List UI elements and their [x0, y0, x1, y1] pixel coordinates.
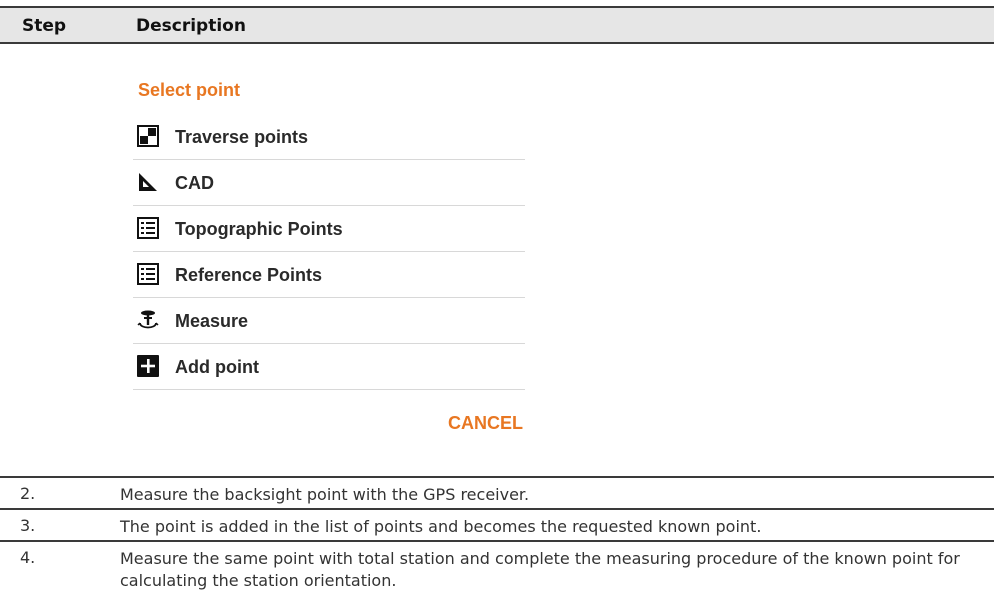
- item-label: Measure: [175, 311, 249, 331]
- item-label: CAD: [175, 173, 214, 193]
- gps-receiver-icon: [137, 310, 159, 329]
- list-item-measure[interactable]: Measure: [133, 298, 525, 344]
- item-label: Topographic Points: [175, 219, 343, 239]
- header-step: Step: [22, 16, 67, 36]
- list-item-reference-points[interactable]: Reference Points: [133, 252, 525, 298]
- traverse-points-icon: [137, 125, 159, 147]
- item-label: Reference Points: [175, 265, 323, 285]
- list-item-add-point[interactable]: Add point: [133, 344, 525, 390]
- table-row: 4. Measure the same point with total sta…: [0, 540, 994, 602]
- step-number: 4.: [20, 548, 36, 567]
- list-item-cad[interactable]: CAD: [133, 160, 525, 206]
- item-label: Traverse points: [175, 127, 309, 147]
- step-number: 3.: [20, 516, 36, 535]
- list-icon: [137, 217, 159, 239]
- list-icon: [137, 263, 159, 285]
- header-description: Description: [136, 16, 246, 36]
- list-item-traverse-points[interactable]: Traverse points: [133, 114, 525, 160]
- dialog-title: Select point: [138, 80, 241, 100]
- step-description: Measure the backsight point with the GPS…: [120, 485, 530, 504]
- step-description: Measure the same point with total statio…: [120, 549, 960, 590]
- cancel-button[interactable]: CANCEL: [448, 413, 523, 434]
- step-number: 2.: [20, 484, 36, 503]
- add-icon: [137, 355, 159, 377]
- table-row: 3. The point is added in the list of poi…: [0, 508, 994, 542]
- table-header: Step Description: [0, 6, 994, 44]
- table-row: 2. Measure the backsight point with the …: [0, 476, 994, 510]
- cad-triangle-icon: [139, 173, 157, 191]
- item-label: Add point: [175, 357, 259, 377]
- list-item-topographic-points[interactable]: Topographic Points: [133, 206, 525, 252]
- step-description: The point is added in the list of points…: [120, 517, 762, 536]
